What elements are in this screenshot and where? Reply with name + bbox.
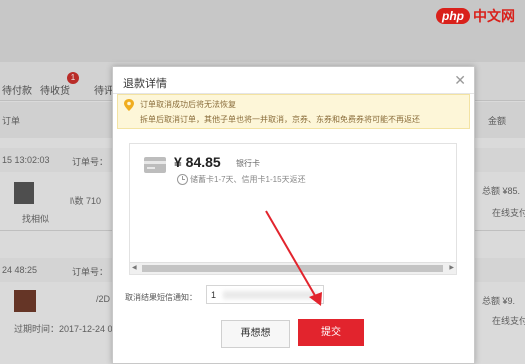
watermark-text: 中文网 (473, 8, 515, 24)
dialog-title: 退款详情 (123, 78, 167, 90)
refund-info-panel: ¥ 84.85 银行卡 储蓄卡1-7天、信用卡1-15天返还 ◀ ▶ (129, 143, 457, 275)
watermark-logo: php (436, 8, 470, 24)
warning-notice: 订单取消成功后将无法恢复 拆单后取消订单，其他子单也将一并取消，京券、东券和免费… (117, 94, 470, 129)
arrival-time-note: 储蓄卡1-7天、信用卡1-15天返还 (190, 175, 306, 184)
notice-line-2: 拆单后取消订单，其他子单也将一并取消，京券、东券和免费券将可能不再返还 (140, 115, 420, 124)
masked-phone (223, 291, 318, 299)
refund-amount: ¥ 84.85 (174, 154, 221, 170)
notice-line-1: 订单取消成功后将无法恢复 (140, 100, 236, 109)
submit-button[interactable]: 提交 (298, 319, 364, 346)
refund-method: 银行卡 (236, 159, 260, 168)
scrollbar-thumb[interactable] (142, 265, 443, 272)
location-pin-icon (124, 99, 134, 111)
cancel-button[interactable]: 再想想 (221, 320, 290, 348)
clock-icon (177, 174, 188, 185)
scroll-right-icon[interactable]: ▶ (449, 265, 454, 272)
sms-notice-label: 取消结果短信通知： (125, 293, 197, 302)
refund-details-dialog: 退款详情 ✕ 订单取消成功后将无法恢复 拆单后取消订单，其他子单也将一并取消，京… (112, 66, 475, 364)
bank-card-icon (144, 157, 166, 173)
horizontal-scrollbar[interactable]: ◀ ▶ (130, 262, 456, 274)
watermark: php 中文网 (436, 5, 515, 27)
close-icon[interactable]: ✕ (454, 72, 466, 89)
scroll-left-icon[interactable]: ◀ (132, 265, 137, 272)
